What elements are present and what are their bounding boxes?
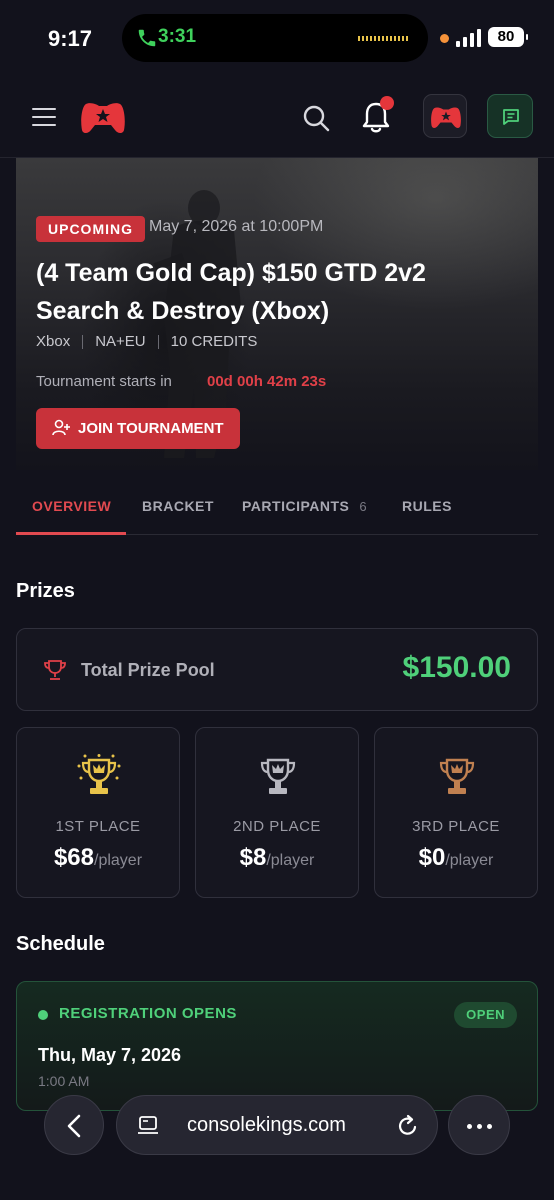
trophy-icon: [44, 660, 66, 680]
schedule-date: Thu, May 7, 2026: [38, 1045, 182, 1065]
place-label: 2ND PLACE: [233, 818, 321, 835]
place-amount-value: $68: [53, 844, 94, 871]
gold-trophy-icon: [77, 754, 121, 794]
tournament-title: (4 Team Gold Cap) $150 GTD 2v2 Search & …: [36, 259, 426, 325]
place-amount-value: $8: [239, 844, 267, 871]
first-place-card: 1ST PLACE $68/player: [16, 727, 180, 898]
second-place-card: 2ND PLACE $8/player: [195, 727, 359, 898]
page-menu-icon[interactable]: [137, 1115, 159, 1137]
notification-dot: [380, 96, 394, 110]
audio-waveform-icon: [358, 36, 410, 41]
more-icon: [487, 1124, 492, 1129]
schedule-time: 1:00 AM: [38, 1073, 90, 1089]
place-label: 1ST PLACE: [55, 818, 141, 835]
schedule-heading: Schedule: [16, 933, 105, 955]
tab-rules[interactable]: RULES: [402, 498, 452, 514]
reload-icon[interactable]: [397, 1114, 419, 1138]
back-button[interactable]: [44, 1095, 104, 1155]
more-icon: [467, 1124, 472, 1129]
starts-label: Tournament starts in: [36, 373, 172, 390]
credits-label: 10 CREDITS: [170, 333, 258, 350]
logo-icon[interactable]: [80, 98, 126, 136]
place-amount: $8/player: [196, 844, 358, 872]
place-amount-unit: /player: [445, 852, 494, 869]
platform-label: Xbox: [36, 333, 71, 350]
tournament-hero: UPCOMING May 7, 2026 at 10:00PM (4 Team …: [16, 158, 538, 470]
dynamic-island[interactable]: 3:31: [122, 14, 428, 62]
place-amount: $68/player: [17, 844, 179, 872]
region-label: NA+EU: [95, 333, 146, 350]
tab-overview[interactable]: OVERVIEW: [32, 498, 111, 514]
schedule-card: REGISTRATION OPENS OPEN Thu, May 7, 2026…: [16, 981, 538, 1111]
chat-button[interactable]: [487, 94, 533, 138]
menu-icon[interactable]: [32, 108, 56, 126]
prize-pool-amount: $150.00: [402, 651, 511, 684]
status-bar: 9:17 3:31 80: [0, 0, 554, 76]
status-badge: UPCOMING: [36, 216, 145, 242]
participants-count: 6: [359, 499, 368, 514]
tab-participants-label: PARTICIPANTS: [242, 498, 350, 514]
call-timer: 3:31: [158, 26, 197, 47]
join-tournament-label: JOIN TOURNAMENT: [78, 420, 224, 437]
chevron-left-icon: [67, 1114, 81, 1138]
tournament-meta: Xbox NA+EU 10 CREDITS: [36, 333, 257, 350]
avatar[interactable]: [423, 94, 467, 138]
countdown-timer: 00d 00h 42m 23s: [207, 373, 327, 390]
tournament-date: May 7, 2026 at 10:00PM: [149, 218, 324, 235]
status-time: 9:17: [48, 26, 93, 51]
place-amount-unit: /player: [94, 852, 143, 869]
tab-bracket[interactable]: BRACKET: [142, 498, 214, 514]
prize-pool-card: Total Prize Pool $150.00: [16, 628, 538, 711]
more-icon: [477, 1124, 482, 1129]
tab-participants[interactable]: PARTICIPANTS 6: [242, 498, 367, 514]
silver-trophy-icon: [260, 758, 296, 794]
prize-pool-label: Total Prize Pool: [81, 660, 215, 680]
place-amount: $0/player: [375, 844, 537, 872]
divider: [82, 334, 84, 349]
schedule-item-label: REGISTRATION OPENS: [59, 1005, 237, 1022]
third-place-card: 3RD PLACE $0/player: [374, 727, 538, 898]
place-label: 3RD PLACE: [412, 818, 500, 835]
divider: [157, 334, 159, 349]
more-button[interactable]: [448, 1095, 510, 1155]
address-bar[interactable]: consolekings.com: [116, 1095, 438, 1155]
tab-bar: OVERVIEW BRACKET PARTICIPANTS 6 RULES: [16, 470, 538, 535]
add-user-icon: [52, 419, 70, 436]
join-tournament-button[interactable]: JOIN TOURNAMENT: [36, 408, 240, 449]
app-header: [0, 76, 554, 158]
battery-indicator: 80: [488, 27, 528, 47]
privacy-indicator-icon: [440, 34, 449, 43]
chat-icon: [503, 109, 519, 125]
avatar-icon: [431, 107, 461, 128]
status-dot: [38, 1010, 48, 1020]
status-badge: OPEN: [454, 1002, 517, 1028]
phone-icon: [138, 29, 156, 47]
signal-icon: [456, 29, 481, 47]
place-amount-unit: /player: [266, 852, 315, 869]
url-text: consolekings.com: [187, 1114, 346, 1136]
bronze-trophy-icon: [439, 758, 475, 794]
search-icon[interactable]: [302, 104, 330, 132]
place-amount-value: $0: [418, 844, 446, 871]
active-tab-indicator: [16, 532, 126, 535]
prizes-heading: Prizes: [16, 580, 75, 602]
